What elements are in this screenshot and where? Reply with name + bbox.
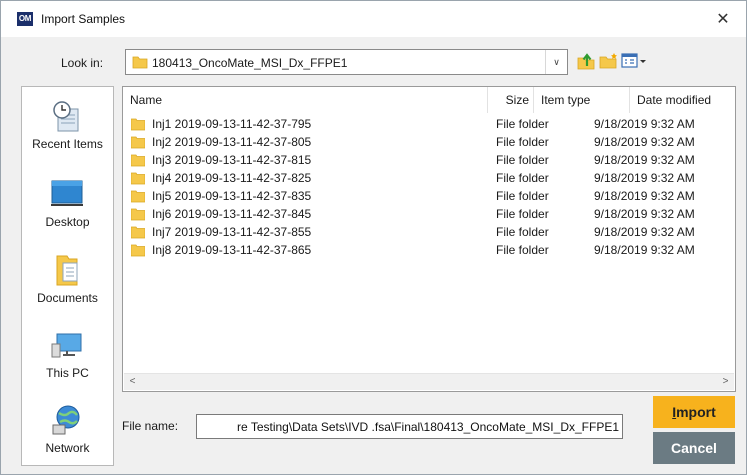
file-name: Inj5 2019-09-13-11-42-37-835 (152, 189, 312, 203)
new-folder-icon[interactable] (599, 52, 619, 70)
cancel-button-label: Cancel (671, 440, 717, 456)
file-type: File folder (496, 207, 549, 221)
place-this-pc[interactable]: This PC (22, 328, 113, 398)
network-icon (52, 405, 80, 435)
folder-icon (131, 118, 145, 131)
computer-icon (51, 333, 82, 358)
file-date: 9/18/2019 9:32 AM (594, 189, 695, 203)
file-date: 9/18/2019 9:32 AM (594, 225, 695, 239)
place-recent-items[interactable]: Recent Items (22, 99, 113, 169)
file-type: File folder (496, 171, 549, 185)
file-date: 9/18/2019 9:32 AM (594, 117, 695, 131)
import-samples-dialog: OM Import Samples ✕ Look in: 180413_Onco… (0, 0, 747, 475)
place-network[interactable]: Network (22, 403, 113, 473)
view-menu-icon[interactable] (621, 52, 649, 70)
place-label: Desktop (45, 215, 90, 229)
file-name-input[interactable] (197, 415, 622, 438)
folder-icon (131, 136, 145, 149)
folder-icon (131, 154, 145, 167)
table-row[interactable]: Inj7 2019-09-13-11-42-37-855 File folder… (131, 223, 721, 241)
table-row[interactable]: Inj4 2019-09-13-11-42-37-825 File folder… (131, 169, 721, 187)
folder-icon (131, 226, 145, 239)
file-date: 9/18/2019 9:32 AM (594, 207, 695, 221)
column-header-date-modified[interactable]: Date modified (630, 87, 735, 113)
close-button[interactable]: ✕ (708, 5, 738, 33)
recent-items-icon (53, 101, 79, 132)
app-logo-icon: OM (17, 12, 33, 26)
file-type: File folder (496, 225, 549, 239)
import-button-label: Import (672, 404, 716, 420)
horizontal-scrollbar[interactable]: < > (124, 373, 734, 390)
table-row[interactable]: Inj5 2019-09-13-11-42-37-835 File folder… (131, 187, 721, 205)
column-header-item-type[interactable]: Item type (534, 87, 630, 113)
places-bar: Recent Items Desktop Documents This PC N… (21, 86, 114, 466)
file-list[interactable]: Name Size Item type Date modified Inj1 2… (122, 86, 736, 392)
table-row[interactable]: Inj1 2019-09-13-11-42-37-795 File folder… (131, 115, 721, 133)
file-name: Inj4 2019-09-13-11-42-37-825 (152, 171, 312, 185)
file-name: Inj1 2019-09-13-11-42-37-795 (152, 117, 312, 131)
place-label: Network (45, 441, 90, 455)
table-row[interactable]: Inj2 2019-09-13-11-42-37-805 File folder… (131, 133, 721, 151)
file-name: Inj3 2019-09-13-11-42-37-815 (152, 153, 312, 167)
desktop-icon (51, 180, 83, 206)
chevron-down-icon[interactable]: ∨ (545, 50, 567, 74)
place-desktop[interactable]: Desktop (22, 177, 113, 247)
folder-icon (131, 208, 145, 221)
file-type: File folder (496, 189, 549, 203)
file-name: Inj6 2019-09-13-11-42-37-845 (152, 207, 312, 221)
file-type: File folder (496, 153, 549, 167)
title-bar: OM Import Samples ✕ (1, 1, 746, 37)
folder-icon (131, 172, 145, 185)
folder-icon (132, 56, 148, 69)
column-header-name[interactable]: Name (123, 87, 488, 113)
look-in-label: Look in: (61, 56, 104, 70)
import-button[interactable]: Import (653, 396, 735, 428)
file-date: 9/18/2019 9:32 AM (594, 171, 695, 185)
table-row[interactable]: Inj3 2019-09-13-11-42-37-815 File folder… (131, 151, 721, 169)
file-date: 9/18/2019 9:32 AM (594, 243, 695, 257)
place-label: Recent Items (32, 137, 103, 151)
scroll-right-arrow-icon[interactable]: > (717, 374, 734, 390)
scroll-left-arrow-icon[interactable]: < (124, 374, 141, 390)
documents-icon (56, 255, 78, 286)
column-header-size[interactable]: Size (488, 87, 534, 113)
place-documents[interactable]: Documents (22, 253, 113, 323)
file-date: 9/18/2019 9:32 AM (594, 153, 695, 167)
file-type: File folder (496, 243, 549, 257)
file-name-label: File name: (122, 419, 179, 433)
file-type: File folder (496, 117, 549, 131)
place-label: This PC (46, 366, 89, 380)
place-label: Documents (37, 291, 98, 305)
file-name: Inj8 2019-09-13-11-42-37-865 (152, 243, 312, 257)
file-name: Inj7 2019-09-13-11-42-37-855 (152, 225, 312, 239)
folder-icon (131, 244, 145, 257)
table-row[interactable]: Inj8 2019-09-13-11-42-37-865 File folder… (131, 241, 721, 259)
dialog-title: Import Samples (41, 12, 126, 26)
look-in-value: 180413_OncoMate_MSI_Dx_FFPE1 (152, 56, 348, 70)
look-in-dropdown[interactable]: 180413_OncoMate_MSI_Dx_FFPE1 ∨ (125, 49, 568, 75)
file-name: Inj2 2019-09-13-11-42-37-805 (152, 135, 312, 149)
table-row[interactable]: Inj6 2019-09-13-11-42-37-845 File folder… (131, 205, 721, 223)
folder-icon (131, 190, 145, 203)
file-date: 9/18/2019 9:32 AM (594, 135, 695, 149)
file-type: File folder (496, 135, 549, 149)
up-folder-icon[interactable] (576, 52, 596, 70)
file-name-field[interactable] (196, 414, 623, 439)
cancel-button[interactable]: Cancel (653, 432, 735, 464)
